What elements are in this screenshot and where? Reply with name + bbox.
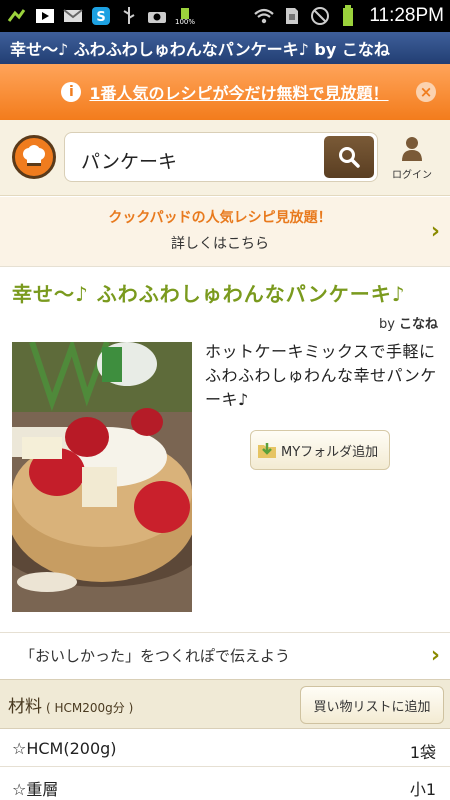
login-label: ログイン	[392, 170, 432, 181]
search-icon	[339, 147, 360, 168]
media-play-icon	[34, 6, 56, 26]
page-title-bar: 幸せ〜♪ ふわふわしゅわんなパンケーキ♪ by こなね	[0, 32, 450, 64]
ingredient-row: ☆重層 小1	[0, 768, 450, 800]
add-to-shopping-list-button[interactable]: 買い物リストに追加	[300, 686, 444, 724]
ingredients-title-text: 材料	[8, 697, 42, 717]
by-label: by	[379, 317, 395, 332]
shopping-list-label: 買い物リストに追加	[313, 699, 431, 715]
site-header: パンケーキ ログイン	[0, 120, 450, 196]
missed-call-icon	[6, 6, 28, 26]
recipe-byline: by こなね	[379, 313, 438, 332]
page-title: 幸せ〜♪ ふわふわしゅわんなパンケーキ♪ by こなね	[10, 40, 390, 59]
tsukurepo-text: 「おいしかった」をつくれぽで伝えよう	[20, 647, 291, 665]
login-button[interactable]: ログイン	[386, 136, 438, 181]
info-icon: i	[61, 82, 82, 102]
status-bar: S 100% 11:28PM	[0, 0, 450, 32]
status-time: 11:28PM	[369, 5, 444, 26]
promo-link[interactable]: i 1番人気のレシピが今だけ無料で見放題！	[61, 80, 389, 104]
user-icon	[402, 137, 422, 161]
chevron-right-icon: ›	[430, 643, 440, 668]
ingredient-quantity: 1袋	[409, 743, 436, 762]
battery-percent: 100%	[174, 17, 195, 26]
camera-icon	[146, 6, 168, 26]
wifi-icon	[253, 6, 275, 26]
folder-add-icon	[258, 443, 276, 458]
pancake-photo	[12, 342, 192, 612]
ingredient-quantity: 小1	[409, 780, 436, 799]
usb-icon	[118, 6, 140, 26]
skype-icon: S	[90, 6, 112, 26]
premium-link[interactable]: クックパッドの人気レシピ見放題！ 詳しくはこちら ›	[0, 197, 450, 267]
cookpad-logo[interactable]	[12, 135, 56, 179]
ingredients-servings: ( HCM200g分 )	[46, 701, 134, 715]
recipe-description: ホットケーキミックスで手軽にふわふわしゅわんな幸せパンケーキ♪	[205, 342, 437, 409]
ingredients-title: 材料 ( HCM200g分 )	[8, 692, 133, 717]
recipe-title: 幸せ〜♪ ふわふわしゅわんなパンケーキ♪	[12, 282, 406, 306]
chevron-right-icon: ›	[430, 219, 440, 244]
search-button[interactable]	[324, 136, 374, 178]
search-input[interactable]: パンケーキ	[81, 147, 177, 174]
ingredient-name: ☆重層	[12, 780, 59, 799]
sim-icon	[281, 6, 303, 26]
no-signal-icon	[309, 6, 331, 26]
ingredient-name: ☆HCM(200g)	[12, 739, 117, 758]
add-to-folder-label: MYフォルダ追加	[281, 444, 379, 460]
close-icon[interactable]: ×	[416, 82, 436, 102]
gmail-icon	[62, 6, 84, 26]
promo-banner[interactable]: i 1番人気のレシピが今だけ無料で見放題！ ×	[0, 64, 450, 120]
chef-hat-icon	[23, 145, 45, 166]
premium-details: 詳しくはこちら	[171, 236, 269, 252]
ingredients-header: 材料 ( HCM200g分 ) 買い物リストに追加	[0, 679, 450, 729]
promo-text: 1番人気のレシピが今だけ無料で見放題！	[89, 84, 389, 103]
battery-icon: 100%	[174, 6, 196, 26]
svg-text:S: S	[96, 10, 105, 25]
charging-icon	[337, 5, 359, 26]
add-to-folder-button[interactable]: MYフォルダ追加	[250, 430, 390, 470]
author-link[interactable]: こなね	[399, 317, 438, 332]
recipe-photo[interactable]	[12, 342, 192, 612]
search-field[interactable]: パンケーキ	[64, 132, 378, 182]
premium-headline: クックパッドの人気レシピ見放題！	[108, 210, 332, 226]
tsukurepo-prompt[interactable]: 「おいしかった」をつくれぽで伝えよう ›	[0, 632, 450, 678]
ingredient-row: ☆HCM(200g) 1袋	[0, 731, 450, 767]
